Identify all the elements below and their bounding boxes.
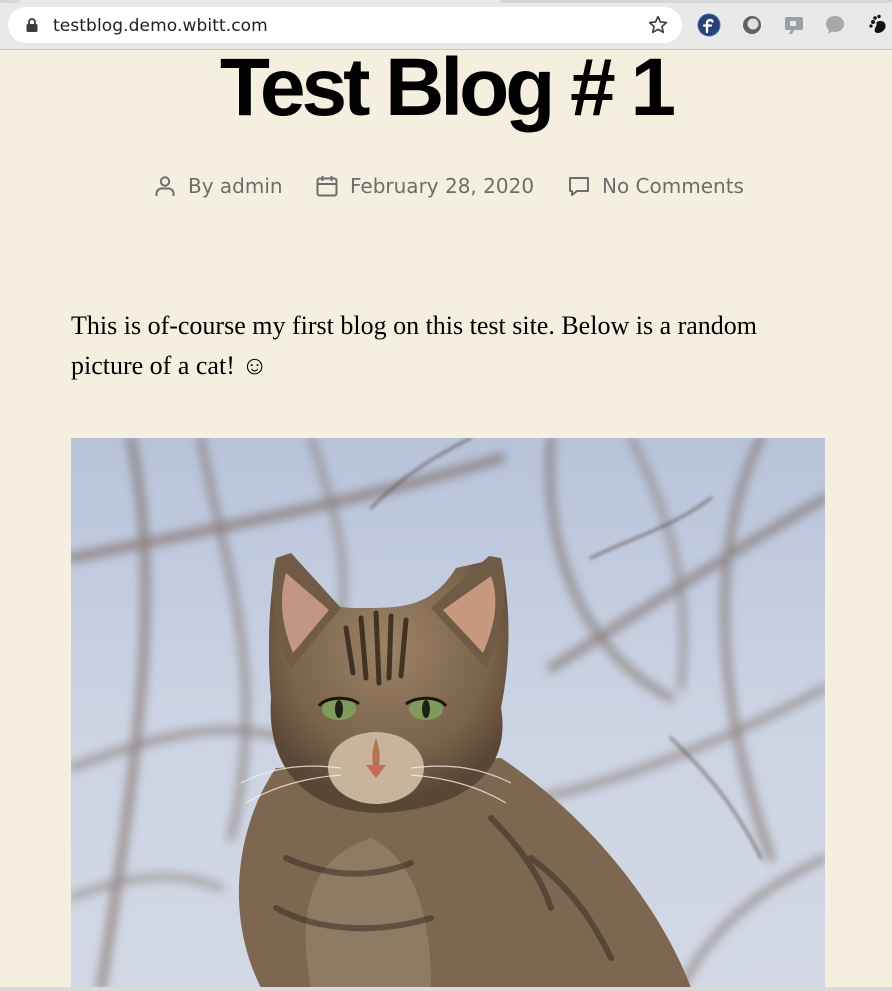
url-text[interactable]: testblog.demo.wbitt.com	[53, 16, 268, 36]
scroll-edge	[0, 987, 892, 991]
comments-link[interactable]: No Comments	[602, 174, 744, 198]
chat-bubble-icon[interactable]	[823, 13, 847, 37]
post-date: February 28, 2020	[315, 170, 534, 202]
post-title: Test Blog # 1	[219, 42, 676, 133]
comment-icon	[569, 177, 589, 196]
bookmark-star-icon[interactable]	[647, 14, 669, 36]
author-prefix: By	[188, 174, 220, 198]
author-link[interactable]: admin	[220, 174, 283, 198]
fedora-icon[interactable]	[697, 13, 721, 37]
date-link[interactable]: February 28, 2020	[350, 174, 534, 198]
tab-edge	[0, 0, 20, 3]
address-bar[interactable]: testblog.demo.wbitt.com	[8, 7, 682, 43]
cat-image	[71, 438, 825, 988]
tab-edge	[500, 0, 892, 3]
user-icon	[155, 176, 175, 196]
calendar-icon	[316, 176, 338, 197]
post-comments: No Comments	[567, 170, 744, 202]
cat-photo	[71, 438, 825, 988]
post-author: By admin	[153, 170, 283, 202]
gnome-foot-icon[interactable]	[866, 13, 890, 37]
lock-icon	[26, 18, 38, 32]
screen-extension-icon[interactable]	[782, 13, 806, 37]
circle-extension-icon[interactable]	[740, 13, 764, 37]
post-body: This is of-course my first blog on this …	[71, 311, 758, 380]
